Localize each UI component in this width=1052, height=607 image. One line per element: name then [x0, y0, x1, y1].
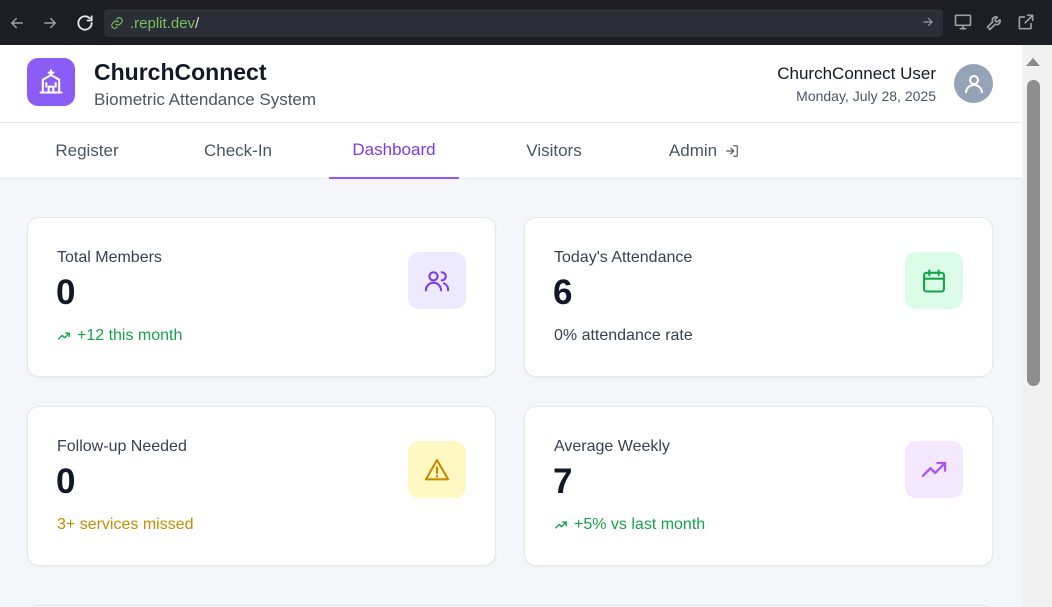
arrow-right-icon	[44, 17, 56, 29]
stat-subtext-label: +5% vs last month	[574, 516, 706, 533]
current-date: Monday, July 28, 2025	[796, 88, 936, 104]
stat-subtext-label: +12 this month	[77, 327, 183, 344]
tab-visitors[interactable]: Visitors	[494, 123, 614, 179]
stat-value: 0	[56, 273, 76, 312]
back-button[interactable]	[5, 11, 29, 35]
stat-value: 0	[56, 462, 76, 501]
app-viewport: ChurchConnect Biometric Attendance Syste…	[0, 45, 1022, 607]
stat-label: Total Members	[57, 249, 162, 266]
url-host: .replit.dev	[130, 14, 196, 32]
church-logo-icon	[27, 58, 75, 106]
app-subtitle: Biometric Attendance System	[94, 90, 317, 109]
tab-label: Admin	[668, 141, 718, 160]
url-text: .replit.dev/	[130, 15, 199, 32]
stat-value: 7	[553, 462, 573, 501]
stat-label: Average Weekly	[554, 438, 670, 455]
tab-label: Check-In	[203, 141, 273, 160]
tab-dashboard[interactable]: Dashboard	[329, 123, 459, 179]
login-icon	[725, 144, 739, 158]
go-icon[interactable]	[921, 15, 935, 34]
warning-icon	[408, 441, 466, 498]
stat-subtext-label: 0% attendance rate	[554, 327, 693, 344]
stat-card-follow-up-needed: Follow-up Needed 0 3+ services missed	[27, 406, 496, 566]
tab-register[interactable]: Register	[27, 123, 147, 179]
forward-button[interactable]	[38, 11, 62, 35]
trending-up-icon	[554, 518, 568, 532]
link-icon	[111, 17, 123, 29]
address-bar[interactable]: .replit.dev/	[104, 9, 943, 37]
stat-subtext: 3+ services missed	[57, 516, 194, 534]
stat-card-total-members: Total Members 0 +12 this month	[27, 217, 496, 377]
stat-card-average-weekly: Average Weekly 7 +5% vs last month	[524, 406, 993, 566]
stat-subtext: 0% attendance rate	[554, 327, 693, 345]
stat-label: Follow-up Needed	[57, 438, 187, 455]
arrow-left-icon	[11, 17, 23, 29]
calendar-icon	[905, 252, 963, 309]
tab-admin[interactable]: Admin	[644, 123, 764, 179]
tab-label: Visitors	[526, 141, 582, 160]
stat-subtext-label: 3+ services missed	[57, 516, 194, 533]
scroll-up-arrow[interactable]	[1026, 58, 1040, 66]
tab-check-in[interactable]: Check-In	[178, 123, 298, 179]
stat-label: Today's Attendance	[554, 249, 693, 266]
trending-up-icon	[57, 329, 71, 343]
main-tabs: Register Check-In Dashboard Visitors Adm…	[0, 123, 1022, 179]
reload-button[interactable]	[73, 11, 97, 35]
reload-icon	[77, 15, 93, 31]
user-avatar[interactable]	[954, 64, 993, 103]
stat-value: 6	[553, 273, 573, 312]
scrollbar-thumb[interactable]	[1027, 80, 1040, 386]
trending-up-icon	[905, 441, 963, 498]
external-link-icon[interactable]	[1016, 12, 1036, 37]
app-header: ChurchConnect Biometric Attendance Syste…	[0, 45, 1022, 123]
browser-toolbar: .replit.dev/	[0, 0, 1052, 45]
stat-subtext: +12 this month	[57, 327, 182, 345]
wrench-icon[interactable]	[985, 12, 1005, 37]
users-icon	[408, 252, 466, 309]
user-icon	[964, 74, 983, 93]
tab-label: Dashboard	[352, 140, 436, 159]
tab-label: Register	[55, 141, 119, 160]
stat-subtext: +5% vs last month	[554, 516, 705, 534]
app-title: ChurchConnect	[94, 59, 267, 85]
stat-card-todays-attendance: Today's Attendance 6 0% attendance rate	[524, 217, 993, 377]
monitor-icon[interactable]	[953, 12, 973, 37]
url-path: /	[195, 14, 200, 32]
user-name: ChurchConnect User	[777, 64, 936, 83]
